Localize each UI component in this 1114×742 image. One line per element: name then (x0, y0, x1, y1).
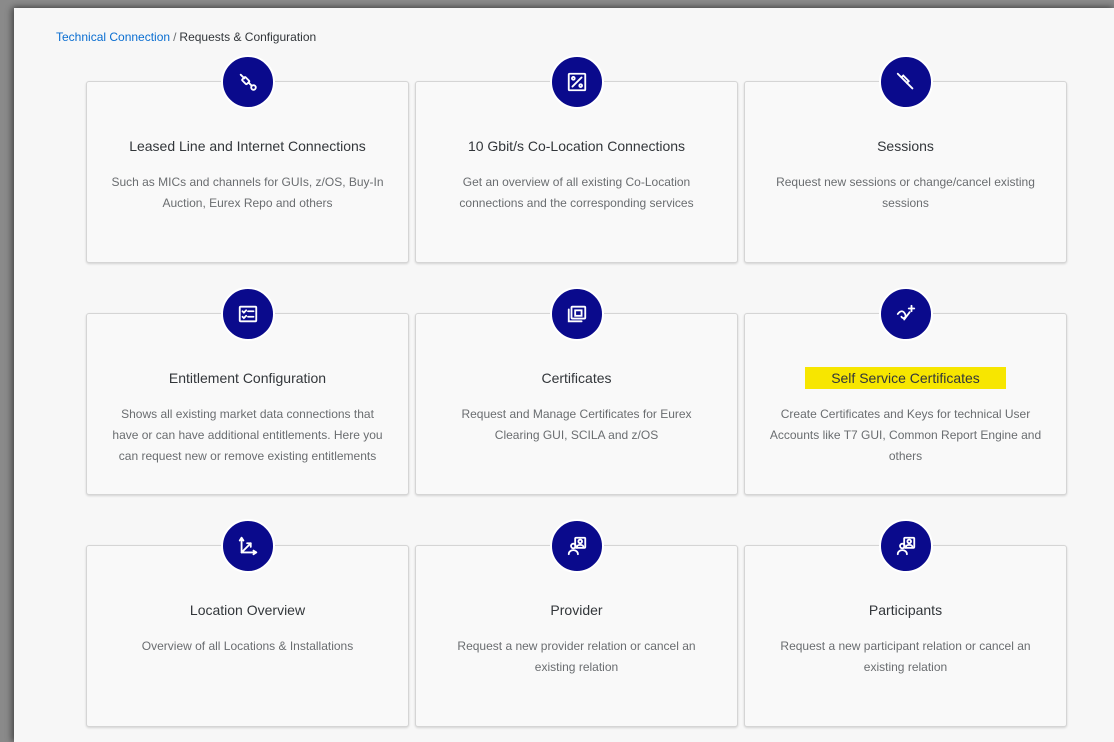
app-frame: Technical Connection / Requests & Configur… (14, 8, 1114, 742)
group-contacts-icon (549, 519, 604, 573)
tile-co-location[interactable]: 10 Gbit/s Co-Location Connections Get an… (415, 55, 738, 263)
add-connection-icon (878, 287, 933, 341)
checklist-icon (220, 287, 275, 341)
tile-entitlement-configuration[interactable]: Entitlement Configuration Shows all exis… (86, 287, 409, 495)
tile-title: Provider (550, 602, 603, 618)
tile-sessions[interactable]: Sessions Request new sessions or change/… (744, 55, 1067, 263)
tile-description: Create Certificates and Keys for technic… (769, 407, 1042, 463)
tile-description: Request new sessions or change/cancel ex… (776, 175, 1035, 210)
tile-title: Certificates (541, 370, 612, 386)
breadcrumb-current: Requests & Configuration (179, 30, 317, 44)
group-contacts-icon (878, 519, 933, 573)
breadcrumb-separator: / (173, 30, 177, 44)
tile-description: Request a new participant relation or ca… (780, 639, 1031, 674)
tile-participants[interactable]: Participants Request a new participant r… (744, 519, 1067, 727)
tile-title: Participants (868, 602, 943, 618)
tile-certificates[interactable]: Certificates Request and Manage Certific… (415, 287, 738, 495)
tile-location-overview[interactable]: Location Overview Overview of all Locati… (86, 519, 409, 727)
tile-title: Leased Line and Internet Connections (129, 138, 366, 154)
axes-arrows-icon (220, 519, 275, 573)
disconnected-plug-icon (878, 55, 933, 109)
network-map-icon (549, 55, 604, 109)
tile-description: Request and Manage Certificates for Eure… (461, 407, 692, 442)
tile-description: Overview of all Locations & Installation… (141, 639, 354, 653)
tile-description: Shows all existing market data connectio… (112, 407, 383, 463)
tile-self-service-certificates[interactable]: Self Service Certificates Create Certifi… (744, 287, 1067, 495)
tile-description: Such as MICs and channels for GUIs, z/OS… (111, 175, 384, 210)
tile-grid: Leased Line and Internet Connections Suc… (86, 55, 1068, 727)
certificate-copy-icon (549, 287, 604, 341)
tile-title: Entitlement Configuration (168, 370, 327, 386)
tile-description: Get an overview of all existing Co-Locat… (459, 175, 694, 210)
tile-title: Location Overview (189, 602, 306, 618)
tile-description: Request a new provider relation or cance… (457, 639, 696, 674)
tile-provider[interactable]: Provider Request a new provider relation… (415, 519, 738, 727)
breadcrumb: Technical Connection / Requests & Configur… (56, 30, 316, 44)
tile-leased-line[interactable]: Leased Line and Internet Connections Suc… (86, 55, 409, 263)
plug-icon (220, 55, 275, 109)
breadcrumb-link-technical-connection[interactable]: Technical Connection (56, 30, 170, 44)
tile-title: Sessions (877, 138, 934, 154)
tile-title: 10 Gbit/s Co-Location Connections (467, 138, 686, 154)
highlighted-title: Self Service Certificates (805, 367, 1006, 389)
tile-title: Self Service Certificates (745, 367, 1066, 389)
